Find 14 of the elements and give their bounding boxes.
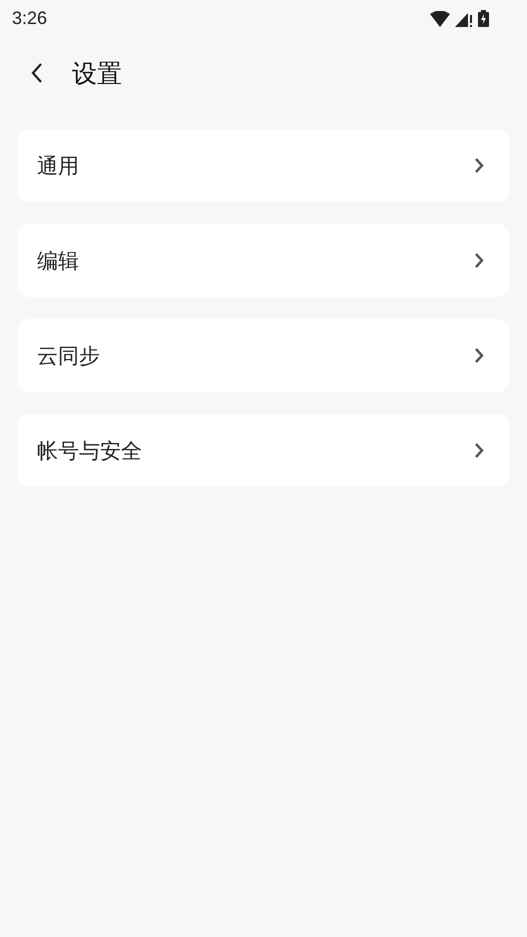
status-time: 3:26 — [12, 8, 48, 29]
chevron-icon — [474, 157, 484, 174]
settings-item[interactable]: 编辑 — [17, 224, 509, 297]
chevron-icon — [474, 252, 484, 269]
wifi-icon — [430, 10, 450, 26]
signal-icon — [455, 10, 473, 26]
settings-item[interactable]: 云同步 — [17, 319, 509, 392]
chevron-icon — [474, 347, 484, 364]
chevron-icon — [474, 442, 484, 459]
settings-item[interactable]: 通用 — [17, 129, 509, 202]
battery-icon — [478, 10, 489, 27]
settings-item[interactable]: 帐号与安全 — [17, 414, 509, 487]
page-title: 设置 — [72, 58, 122, 90]
back-icon[interactable] — [30, 62, 44, 84]
